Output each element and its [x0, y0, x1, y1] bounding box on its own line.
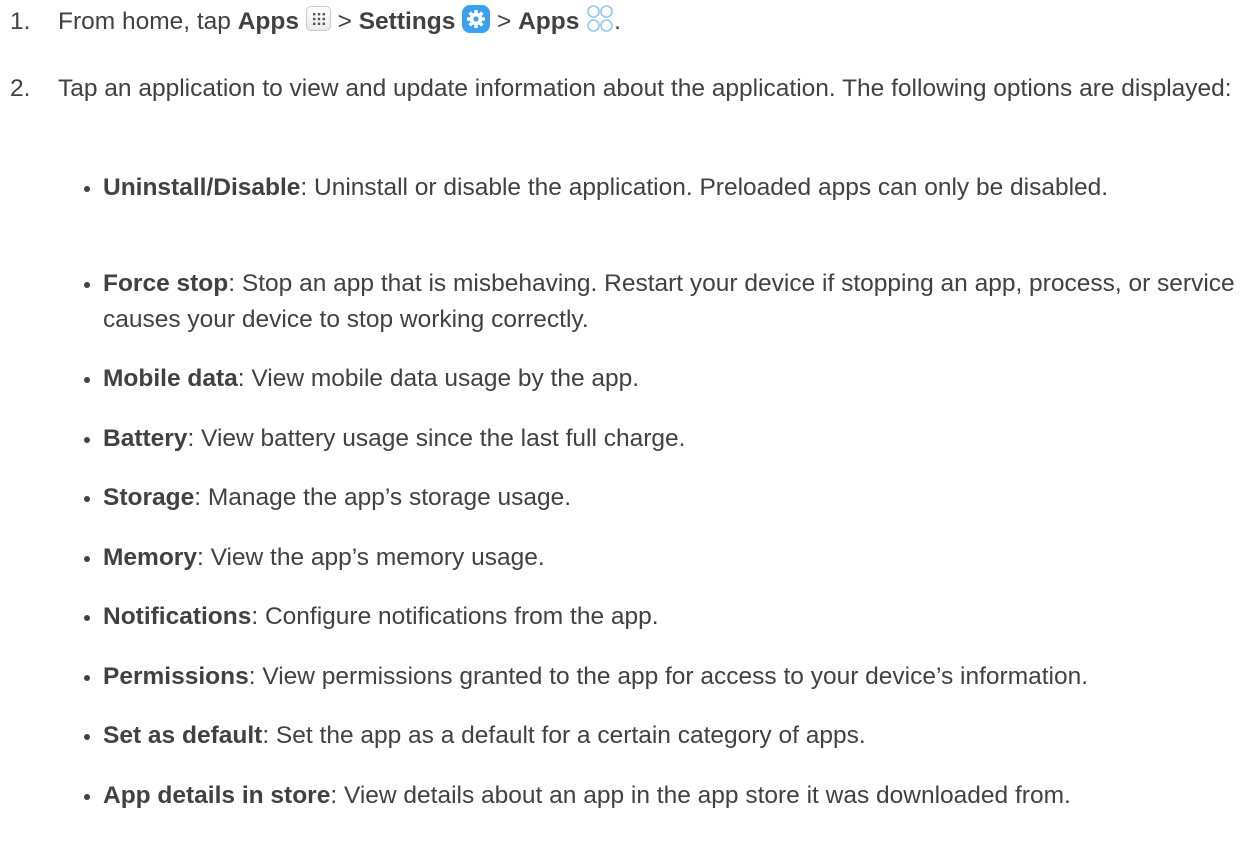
- option-desc: : View details about an app in the app s…: [330, 782, 1071, 809]
- step-intro: From home, tap: [58, 8, 238, 35]
- option-term: Battery: [103, 425, 188, 452]
- option-desc: : View permissions granted to the app fo…: [248, 663, 1089, 690]
- option-term: Force stop: [103, 270, 229, 297]
- step-number: 2.: [10, 75, 31, 102]
- bullet: [84, 794, 90, 800]
- step-text: Tap an application to view and update in…: [58, 75, 1232, 102]
- option-desc: : View the app’s memory usage.: [196, 544, 545, 571]
- option-desc: : Stop an app that is misbehaving. Resta…: [103, 270, 1235, 333]
- option-desc: : Uninstall or disable the application. …: [300, 174, 1109, 201]
- step-end: .: [614, 8, 621, 35]
- settings-label: Settings: [358, 8, 456, 35]
- document-page: 1. From home, tap Apps > Settings > Apps…: [0, 0, 1244, 849]
- option-desc: : View battery usage since the last full…: [187, 425, 686, 452]
- option-term: Permissions: [103, 663, 249, 690]
- option-term: Mobile data: [103, 365, 238, 392]
- apps-label-2: Apps: [518, 8, 580, 35]
- gear-icon: [462, 4, 491, 33]
- bullet: [84, 282, 90, 288]
- bullet: [84, 437, 90, 443]
- bullet: [84, 734, 90, 740]
- option-term: Uninstall/Disable: [103, 174, 301, 201]
- step-number: 1.: [10, 8, 31, 35]
- apps-label: Apps: [237, 8, 299, 35]
- option-term: Set as default: [103, 722, 263, 749]
- option-term: Storage: [103, 484, 195, 511]
- bullet: [84, 186, 90, 192]
- separator: >: [490, 8, 519, 35]
- apps-circles-icon: [586, 4, 614, 34]
- separator: >: [330, 8, 359, 35]
- bullet: [84, 377, 90, 383]
- option-desc: : Manage the app’s storage usage.: [194, 484, 572, 511]
- bullet: [84, 496, 90, 502]
- option-desc: : Set the app as a default for a certain…: [262, 722, 866, 749]
- option-term: Notifications: [103, 603, 252, 630]
- bullet: [84, 556, 90, 562]
- option-term: App details in store: [103, 782, 331, 809]
- option-term: Memory: [103, 544, 197, 571]
- option-desc: : Configure notifications from the app.: [251, 603, 659, 630]
- apps-grid-icon: [305, 6, 331, 32]
- step-text: From home, tap Apps > Settings > Apps .: [58, 4, 1238, 40]
- bullet: [84, 675, 90, 681]
- option-desc: : View mobile data usage by the app.: [237, 365, 640, 392]
- bullet: [84, 615, 90, 621]
